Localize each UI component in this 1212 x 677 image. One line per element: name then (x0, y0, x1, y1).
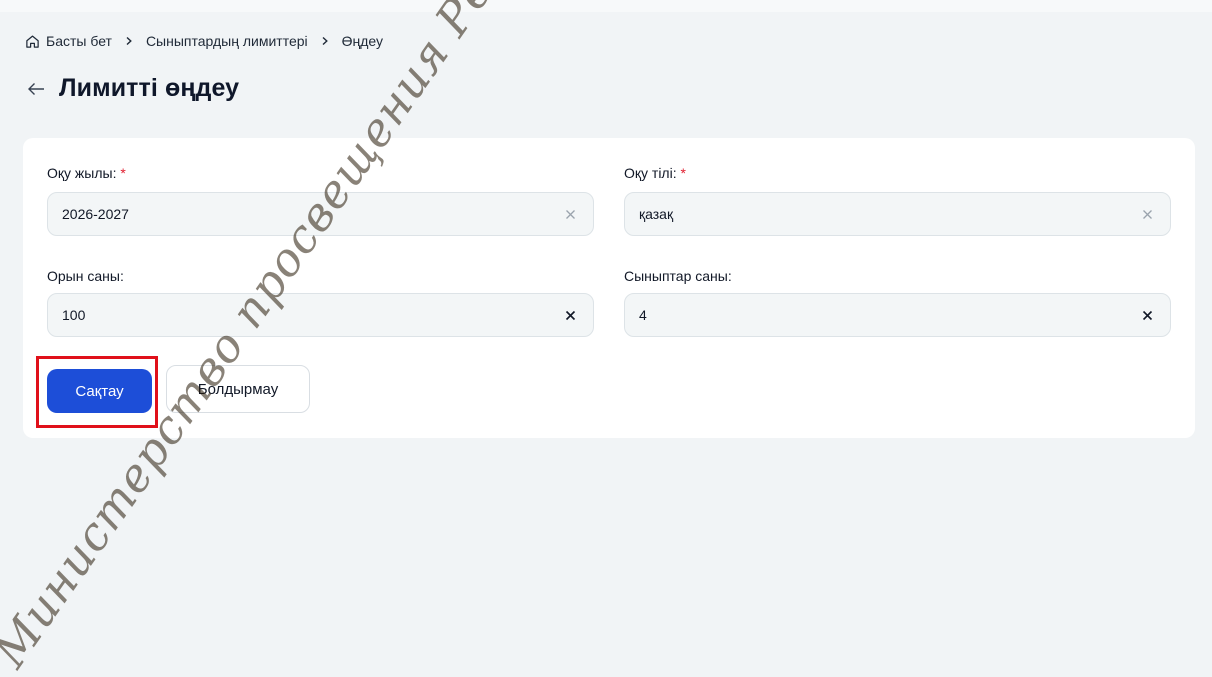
close-icon[interactable] (557, 302, 583, 328)
academic-year-input[interactable] (62, 206, 557, 222)
save-button[interactable]: Сақтау (47, 369, 152, 413)
close-icon[interactable] (1134, 201, 1160, 227)
classes-input[interactable] (639, 307, 1134, 323)
cancel-button[interactable]: Болдырмау (166, 365, 310, 413)
title-row: Лимитті өңдеу (25, 74, 239, 103)
language-input[interactable] (639, 206, 1134, 222)
classes-label-text: Сыныптар саны: (624, 268, 732, 284)
seats-input[interactable] (62, 307, 557, 323)
home-icon (25, 34, 40, 49)
required-mark: * (120, 165, 126, 181)
language-label: Оқу тілі: * (624, 165, 686, 181)
required-mark: * (680, 165, 686, 181)
classes-field[interactable] (624, 293, 1171, 337)
top-bar (0, 0, 1212, 12)
chevron-right-icon (124, 36, 134, 46)
breadcrumb-home[interactable]: Басты бет (25, 33, 112, 49)
chevron-right-icon (320, 36, 330, 46)
close-icon[interactable] (557, 201, 583, 227)
breadcrumb-class-limits[interactable]: Сыныптардың лимиттері (146, 33, 308, 49)
seats-label-text: Орын саны: (47, 268, 124, 284)
seats-field[interactable] (47, 293, 594, 337)
close-icon[interactable] (1134, 302, 1160, 328)
breadcrumb: Басты бет Сыныптардың лимиттері Өңдеу (25, 31, 383, 51)
seats-label: Орын саны: (47, 268, 124, 284)
page-title: Лимитті өңдеу (59, 74, 240, 102)
edit-limit-form: Оқу жылы: * Оқу тілі: * Орын саны: Сынып… (23, 138, 1195, 438)
breadcrumb-home-label: Басты бет (46, 33, 112, 49)
classes-label: Сыныптар саны: (624, 268, 732, 284)
language-select[interactable] (624, 192, 1171, 236)
academic-year-select[interactable] (47, 192, 594, 236)
academic-year-label: Оқу жылы: * (47, 165, 126, 181)
arrow-left-icon[interactable] (25, 78, 47, 100)
academic-year-label-text: Оқу жылы: (47, 165, 117, 181)
language-label-text: Оқу тілі: (624, 165, 677, 181)
breadcrumb-current: Өңдеу (341, 33, 384, 49)
